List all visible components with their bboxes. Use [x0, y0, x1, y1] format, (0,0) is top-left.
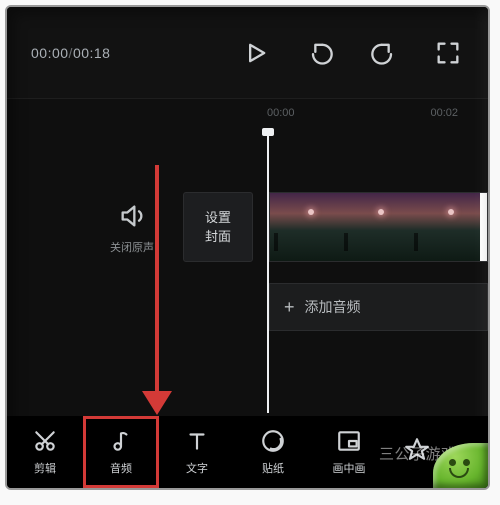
tool-cut[interactable]: 剪辑	[7, 416, 83, 488]
playhead[interactable]	[267, 132, 269, 413]
picture-in-picture-icon	[336, 428, 362, 454]
redo-button[interactable]	[368, 37, 400, 69]
ruler-tick-start: 00:00	[267, 107, 295, 129]
tool-pip[interactable]: 画中画	[311, 416, 387, 488]
time-total: 00:18	[73, 45, 111, 61]
topbar: 00:00/00:18	[7, 7, 488, 99]
tool-text[interactable]: 文字	[159, 416, 235, 488]
tool-label: 文字	[186, 460, 208, 476]
tool-label: 画中画	[333, 460, 366, 476]
tool-sticker[interactable]: 贴纸	[235, 416, 311, 488]
tool-label: 贴纸	[262, 460, 284, 476]
mute-original-sound[interactable]: 关闭原声	[102, 202, 162, 255]
video-editor-screen: 00:00/00:18 00:00 00:02	[5, 5, 490, 490]
tool-audio[interactable]: 音频	[83, 416, 159, 488]
clip-thumbnail[interactable]	[410, 193, 480, 261]
sticker-icon	[260, 428, 286, 454]
speaker-icon	[118, 202, 146, 230]
time-current: 00:00	[31, 45, 69, 61]
fullscreen-button[interactable]	[432, 37, 464, 69]
music-note-icon	[108, 428, 134, 454]
tool-label: 音频	[110, 460, 132, 476]
video-clip-strip[interactable]: +	[269, 192, 488, 262]
play-button[interactable]	[240, 37, 272, 69]
timecode: 00:00/00:18	[31, 45, 110, 61]
clip-thumbnail[interactable]	[340, 193, 410, 261]
add-clip-button[interactable]: +	[480, 193, 488, 261]
bottom-toolbar: 剪辑 音频 文字 贴纸 画中画	[7, 416, 488, 488]
star-icon	[404, 436, 430, 462]
ruler-tick-end: 00:02	[430, 107, 458, 129]
clip-thumbnail[interactable]	[270, 193, 340, 261]
add-audio-button[interactable]: + 添加音频	[269, 283, 488, 331]
mute-label: 关闭原声	[102, 239, 162, 255]
timeline-ruler[interactable]: 00:00 00:02	[267, 107, 488, 129]
text-icon	[184, 428, 210, 454]
tool-label: 剪辑	[34, 460, 56, 476]
scissors-icon	[32, 428, 58, 454]
cover-line1: 设置	[205, 208, 231, 228]
cover-line2: 封面	[205, 227, 231, 247]
add-audio-label: 添加音频	[305, 297, 361, 317]
set-cover-button[interactable]: 设置 封面	[183, 192, 253, 262]
plus-icon: +	[284, 297, 295, 318]
undo-button[interactable]	[304, 37, 336, 69]
